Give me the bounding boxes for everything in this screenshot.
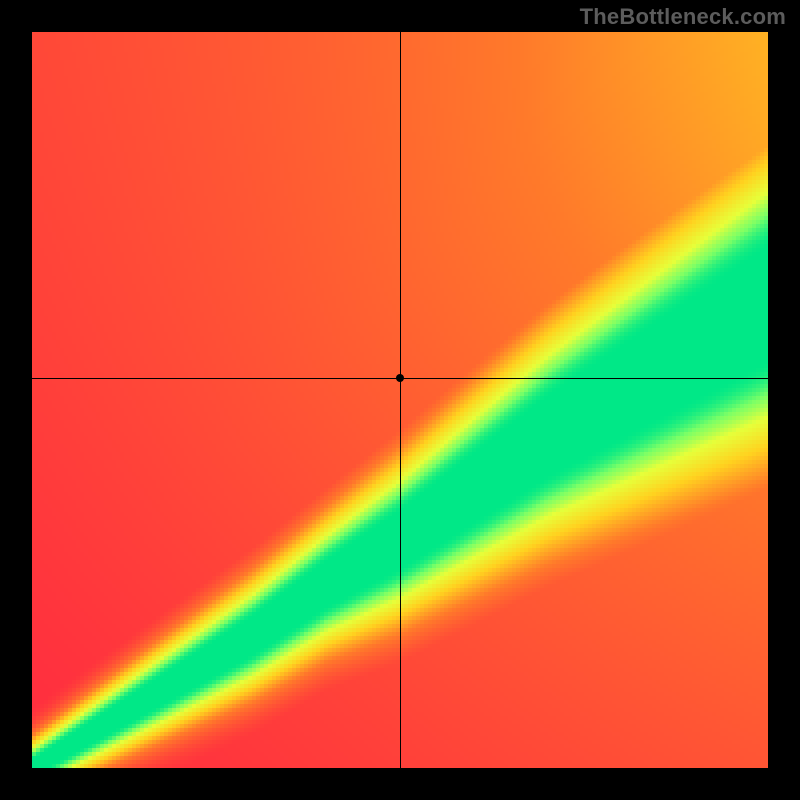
plot-area xyxy=(32,32,768,768)
chart-container: TheBottleneck.com xyxy=(0,0,800,800)
crosshair-vertical xyxy=(400,32,401,768)
watermark-label: TheBottleneck.com xyxy=(580,4,786,30)
marker-point xyxy=(396,374,404,382)
